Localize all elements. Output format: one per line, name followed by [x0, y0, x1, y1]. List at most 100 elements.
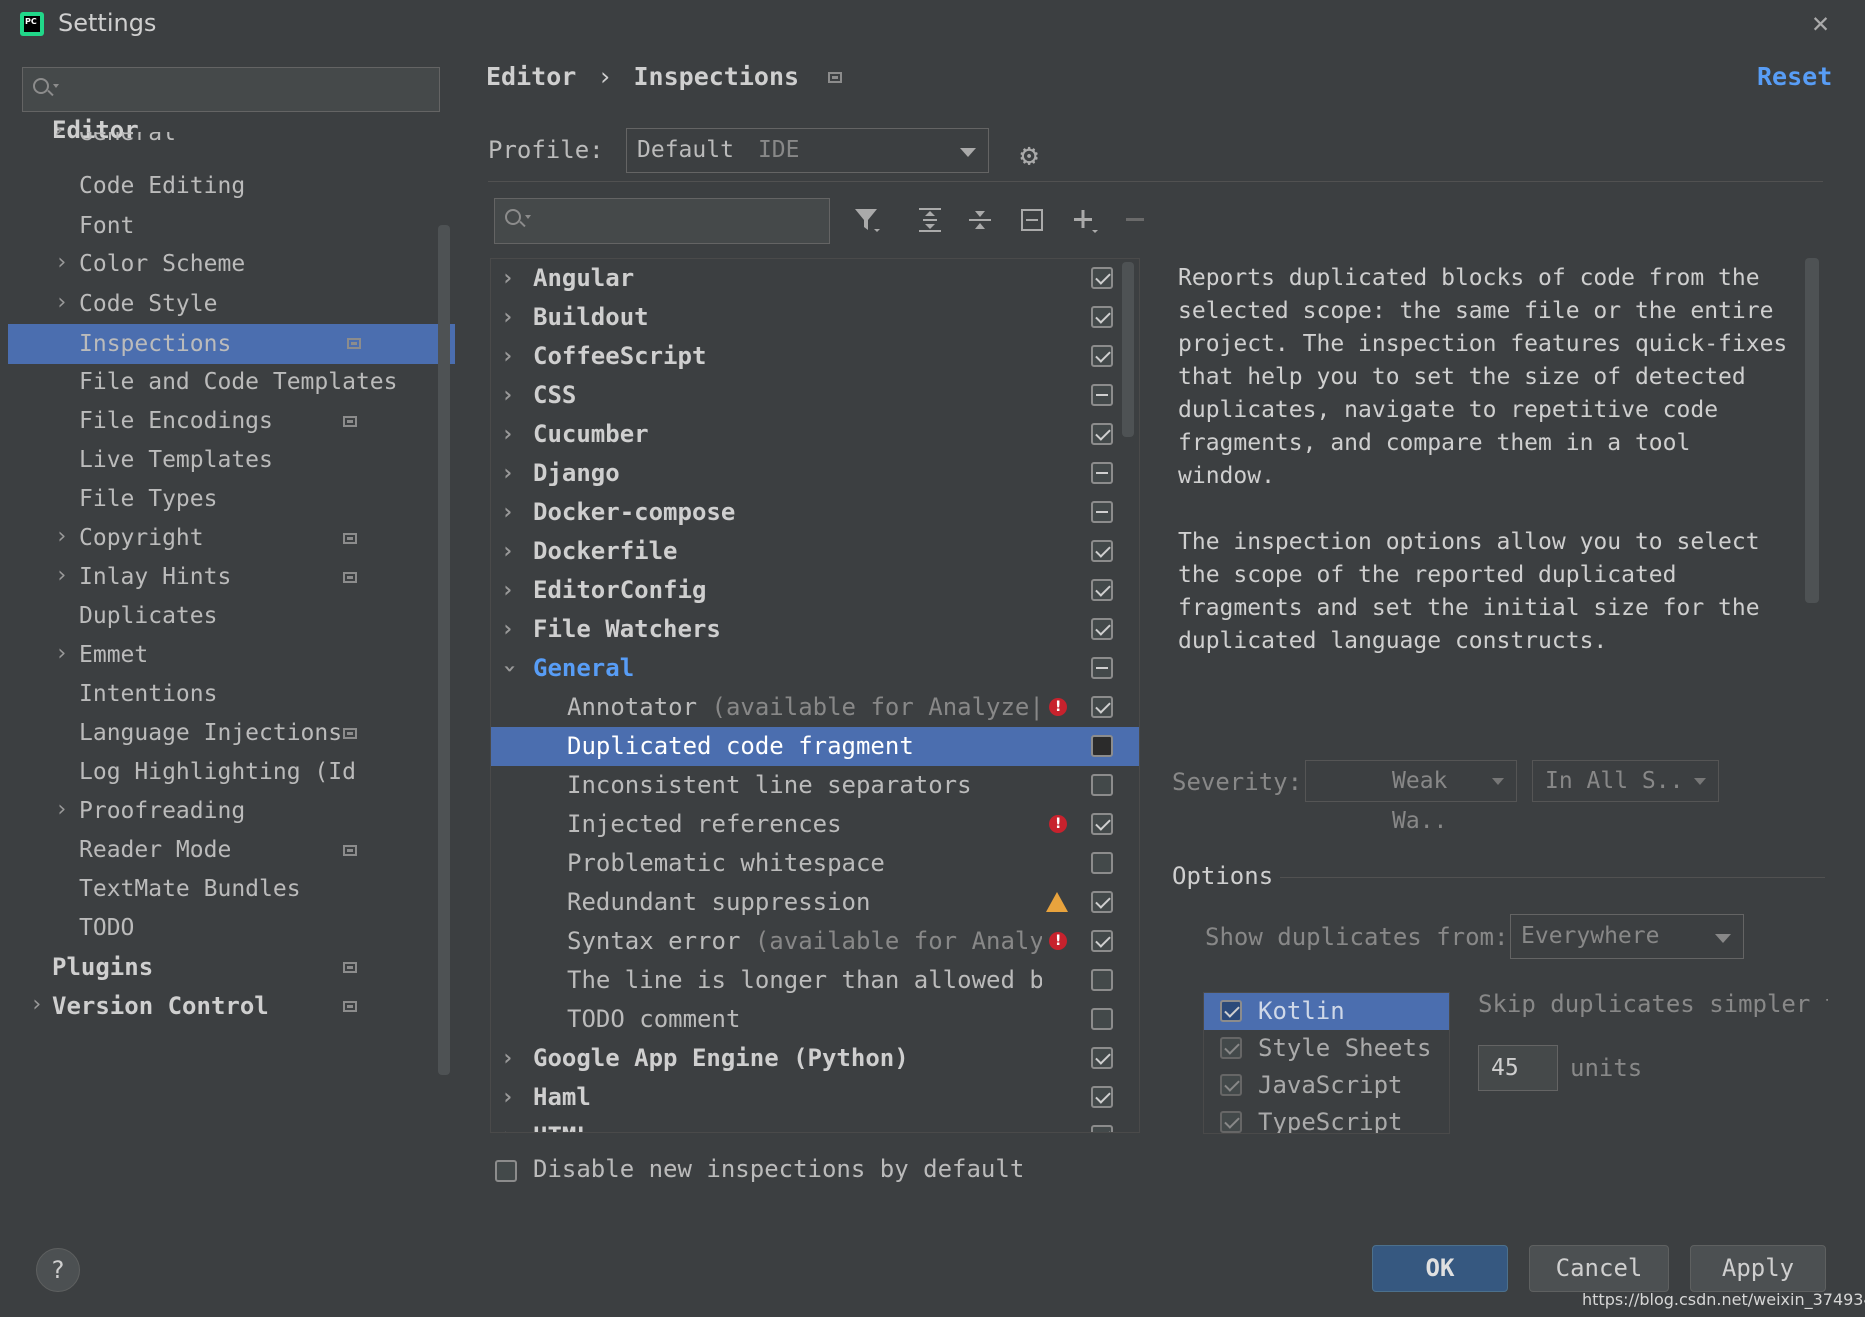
- tree-row-checkbox[interactable]: [1091, 1008, 1113, 1030]
- breadcrumb-parent[interactable]: Editor: [486, 62, 576, 91]
- tree-row[interactable]: › Google App Engine (Python): [491, 1039, 1121, 1078]
- tree-row[interactable]: › Dockerfile: [491, 532, 1121, 571]
- sidebar-item-log-highlighting[interactable]: Log Highlighting (Ideolog): [79, 752, 357, 792]
- tree-row-checkbox[interactable]: [1091, 696, 1113, 718]
- tree-row-checkbox[interactable]: [1091, 969, 1113, 991]
- sidebar-item-language-injections[interactable]: Language Injections: [79, 713, 342, 753]
- sidebar-item-color-scheme[interactable]: Color Scheme: [79, 244, 245, 284]
- sidebar-item-file-and-code-templates[interactable]: File and Code Templates: [79, 362, 398, 402]
- reset-to-default-icon[interactable]: [1018, 205, 1048, 242]
- tree-row[interactable]: Injected references: [491, 805, 1121, 844]
- list-item[interactable]: JavaScript: [1204, 1067, 1449, 1104]
- tree-row[interactable]: Problematic whitespace: [491, 844, 1121, 883]
- tree-row-checkbox[interactable]: [1091, 579, 1113, 601]
- tree-row-checkbox[interactable]: [1091, 618, 1113, 640]
- tree-row[interactable]: Inconsistent line separators: [491, 766, 1121, 805]
- language-checkbox[interactable]: [1220, 1111, 1242, 1133]
- sidebar-item-code-editing[interactable]: Code Editing: [79, 166, 245, 206]
- tree-row-checkbox[interactable]: [1091, 345, 1113, 367]
- chevron-right-icon[interactable]: ›: [501, 610, 514, 649]
- tree-row[interactable]: The line is longer than allowed by: [491, 961, 1121, 1000]
- chevron-right-icon[interactable]: ›: [30, 992, 43, 1017]
- disable-new-inspections-checkbox[interactable]: [495, 1160, 517, 1182]
- sidebar-item-inspections[interactable]: Inspections: [8, 324, 455, 364]
- collapse-all-icon[interactable]: [966, 205, 996, 242]
- sidebar-item-emmet[interactable]: Emmet: [79, 635, 148, 675]
- sidebar-item-code-style[interactable]: Code Style: [79, 284, 217, 324]
- tree-row[interactable]: Redundant suppression: [491, 883, 1121, 922]
- list-item[interactable]: TypeScript: [1204, 1104, 1449, 1133]
- sidebar-item-file-types[interactable]: File Types: [79, 479, 217, 519]
- sidebar-item-reader-mode[interactable]: Reader Mode: [79, 830, 231, 870]
- tree-row[interactable]: › Docker-compose: [491, 493, 1121, 532]
- tree-row-checkbox[interactable]: [1091, 540, 1113, 562]
- close-icon[interactable]: ✕: [1812, 6, 1829, 39]
- tree-row[interactable]: › CoffeeScript: [491, 337, 1121, 376]
- language-checkbox[interactable]: [1220, 1074, 1242, 1096]
- sidebar-item-intentions[interactable]: Intentions: [79, 674, 217, 714]
- sidebar-item-font[interactable]: Font: [79, 206, 134, 246]
- sidebar-item-proofreading[interactable]: Proofreading: [79, 791, 245, 831]
- tree-row-checkbox[interactable]: [1091, 1047, 1113, 1069]
- tree-row[interactable]: › Django: [491, 454, 1121, 493]
- expand-all-icon[interactable]: [916, 205, 946, 242]
- tree-row-checkbox[interactable]: [1091, 852, 1113, 874]
- sidebar-scrollbar[interactable]: [438, 225, 450, 1075]
- language-list[interactable]: Kotlin Style Sheets JavaScript TypeScrip…: [1203, 992, 1450, 1134]
- chevron-right-icon[interactable]: ›: [55, 797, 68, 822]
- sidebar-item-copyright[interactable]: Copyright: [79, 518, 204, 558]
- tree-row-checkbox[interactable]: [1091, 267, 1113, 289]
- tree-row-checkbox[interactable]: [1091, 813, 1113, 835]
- tree-row[interactable]: Syntax error (available for Analyz: [491, 922, 1121, 961]
- tree-row-checkbox[interactable]: [1091, 774, 1113, 796]
- chevron-down-icon[interactable]: ›: [491, 662, 529, 675]
- cancel-button[interactable]: Cancel: [1529, 1245, 1669, 1292]
- chevron-right-icon[interactable]: ›: [501, 1078, 514, 1117]
- language-checkbox[interactable]: [1220, 1037, 1242, 1059]
- tree-row-checkbox[interactable]: [1091, 891, 1113, 913]
- profile-dropdown[interactable]: Default IDE: [626, 128, 989, 173]
- disable-new-inspections-label[interactable]: Disable new inspections by default: [533, 1155, 1024, 1183]
- tree-row-checkbox[interactable]: [1091, 735, 1113, 757]
- tree-row[interactable]: TODO comment: [491, 1000, 1121, 1039]
- chevron-right-icon[interactable]: ›: [55, 250, 68, 275]
- tree-row-checkbox[interactable]: [1091, 306, 1113, 328]
- severity-level-dropdown[interactable]: Weak Wa..: [1305, 760, 1517, 834]
- tree-row[interactable]: › Cucumber: [491, 415, 1121, 454]
- chevron-right-icon[interactable]: ›: [501, 415, 514, 454]
- tree-row[interactable]: Annotator (available for Analyze|I: [491, 688, 1121, 727]
- chevron-right-icon[interactable]: ›: [55, 524, 68, 549]
- reset-link[interactable]: Reset: [1757, 62, 1832, 91]
- tree-scrollbar[interactable]: [1122, 262, 1134, 437]
- language-checkbox[interactable]: [1220, 1000, 1242, 1022]
- chevron-right-icon[interactable]: ›: [501, 337, 514, 376]
- severity-scope-dropdown[interactable]: In All S..: [1532, 760, 1719, 802]
- filter-icon[interactable]: [852, 205, 882, 242]
- add-icon[interactable]: [1070, 205, 1100, 242]
- chevron-right-icon[interactable]: ›: [52, 128, 65, 144]
- chevron-right-icon[interactable]: ›: [501, 1117, 514, 1132]
- tree-row-checkbox[interactable]: [1091, 462, 1113, 484]
- sidebar-item-general[interactable]: General: [79, 132, 176, 158]
- inspections-tree[interactable]: › Angular › Buildout › CoffeeScript › CSS › C…: [490, 258, 1140, 1133]
- tree-row[interactable]: › File Watchers: [491, 610, 1121, 649]
- sidebar-item-version-control[interactable]: Version Control: [52, 986, 269, 1026]
- description-scrollbar[interactable]: [1805, 258, 1819, 603]
- tree-row[interactable]: › HTML: [491, 1117, 1121, 1132]
- tree-row[interactable]: › CSS: [491, 376, 1121, 415]
- sidebar-item-live-templates[interactable]: Live Templates: [79, 440, 273, 480]
- list-item[interactable]: Style Sheets: [1204, 1030, 1449, 1067]
- sidebar-search-input[interactable]: [22, 67, 440, 112]
- chevron-right-icon[interactable]: ›: [501, 571, 514, 610]
- sidebar-item-todo[interactable]: TODO: [79, 908, 134, 948]
- tree-row-checkbox[interactable]: [1091, 384, 1113, 406]
- chevron-right-icon[interactable]: ›: [501, 1039, 514, 1078]
- show-duplicates-dropdown[interactable]: Everywhere: [1510, 914, 1744, 959]
- tree-row[interactable]: › EditorConfig: [491, 571, 1121, 610]
- tree-row[interactable]: › General: [491, 649, 1121, 688]
- chevron-right-icon[interactable]: ›: [55, 563, 68, 588]
- tree-row[interactable]: › Haml: [491, 1078, 1121, 1117]
- tree-row[interactable]: › Buildout: [491, 298, 1121, 337]
- inspections-search-input[interactable]: [494, 198, 830, 244]
- tree-row-checkbox[interactable]: [1091, 501, 1113, 523]
